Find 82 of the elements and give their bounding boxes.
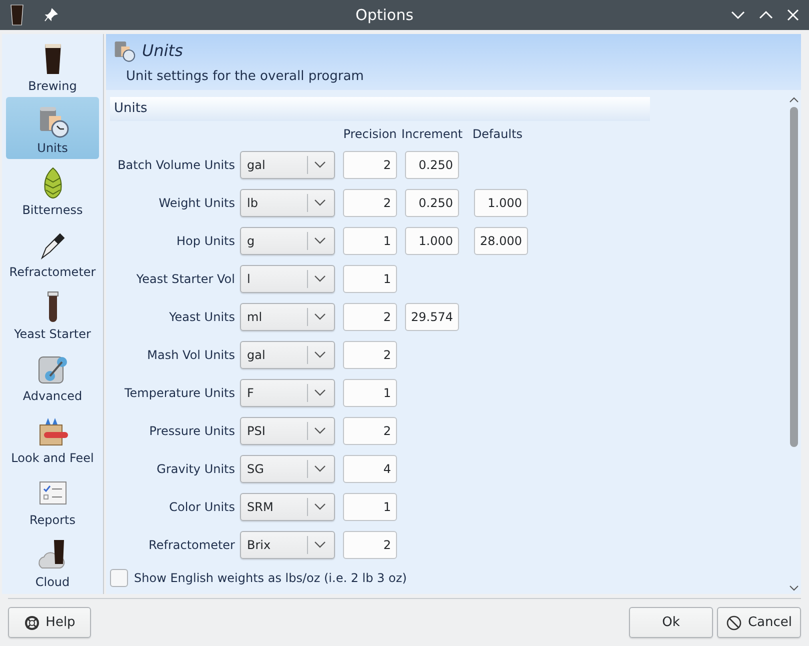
unit-dropdown[interactable]: g [240,227,335,255]
checkbox[interactable] [110,569,128,587]
chevron-down-icon [314,351,326,359]
sidebar-item[interactable]: Cloud [6,531,99,593]
pint-glass-icon [10,4,24,26]
increment-field[interactable]: 1.000 [405,227,459,255]
increment-field[interactable]: 29.574 [405,303,459,331]
group-title: Units [110,97,650,121]
field-label: Hop Units [176,234,235,248]
lifebuoy-icon [24,614,40,630]
unit-dropdown[interactable]: Brix [240,531,335,559]
default-field[interactable]: 28.000 [474,227,528,255]
sidebar-item[interactable]: Yeast Starter [6,283,99,345]
precision-field[interactable]: 4 [343,455,397,483]
unit-dropdown[interactable]: gal [240,341,335,369]
window-title: Options [354,6,414,24]
scrollbar-thumb[interactable] [790,107,798,447]
field-label: Color Units [169,500,235,514]
chevron-down-icon [314,199,326,207]
cancel-button[interactable]: Cancel [717,607,801,638]
precision-field[interactable]: 2 [343,151,397,179]
unit-dropdown[interactable]: SRM [240,493,335,521]
minimize-icon[interactable] [731,10,745,20]
column-header: Increment [401,127,463,141]
field-label: Pressure Units [149,424,235,438]
chevron-down-icon [314,541,326,549]
page-description: Unit settings for the overall program [125,69,365,84]
increment-field[interactable]: 0.250 [405,151,459,179]
precision-field[interactable]: 1 [343,265,397,293]
sidebar-item[interactable]: Brewing [6,35,99,97]
precision-field[interactable]: 2 [343,531,397,559]
test-tube-icon [46,290,58,324]
ok-button[interactable]: Ok [629,607,713,638]
scroll-down-icon[interactable] [789,585,799,592]
chevron-down-icon [314,503,326,511]
field-label: Gravity Units [156,462,235,476]
unit-dropdown[interactable]: PSI [240,417,335,445]
field-label: Weight Units [158,196,235,210]
chevron-down-icon [314,465,326,473]
default-field[interactable]: 1.000 [474,189,528,217]
column-header: Precision [343,127,397,141]
sidebar-item[interactable]: Refractometer [6,221,99,283]
sidebar-item[interactable]: Advanced [6,345,99,407]
sidebar-item[interactable]: Bitterness [6,159,99,221]
sidebar-item[interactable]: Reports [6,469,99,531]
chevron-down-icon [314,275,326,283]
increment-field[interactable]: 0.250 [405,189,459,217]
precision-field[interactable]: 2 [343,189,397,217]
sidebar-item[interactable]: Units [6,97,99,159]
checkbox-label: Show English weights as lbs/oz (i.e. 2 lb 3 oz) [134,571,407,585]
unit-dropdown[interactable]: gal [240,151,335,179]
field-label: Yeast Starter Vol [136,272,235,286]
field-label: Mash Vol Units [147,348,235,362]
chevron-down-icon [314,427,326,435]
field-label: Batch Volume Units [118,158,235,172]
field-label: Yeast Units [169,310,235,324]
precision-field[interactable]: 2 [343,417,397,445]
unit-dropdown[interactable]: SG [240,455,335,483]
chevron-down-icon [314,237,326,245]
precision-field[interactable]: 1 [343,227,397,255]
unit-dropdown[interactable]: lb [240,189,335,217]
precision-field[interactable]: 2 [343,303,397,331]
unit-dropdown[interactable]: l [240,265,335,293]
precision-field[interactable]: 1 [343,493,397,521]
field-label: Temperature Units [124,386,235,400]
chevron-down-icon [314,161,326,169]
precision-field[interactable]: 1 [343,379,397,407]
column-header: Defaults [472,127,523,141]
field-label: Refractometer [148,538,235,552]
scroll-up-icon[interactable] [789,96,799,103]
page-title: Units [142,40,183,60]
close-icon[interactable] [787,9,799,21]
chevron-down-icon [314,313,326,321]
sidebar-item[interactable]: Look and Feel [6,407,99,469]
unit-dropdown[interactable]: F [240,379,335,407]
precision-field[interactable]: 2 [343,341,397,369]
chevron-down-icon [314,389,326,397]
maximize-icon[interactable] [759,10,773,20]
help-button[interactable]: Help [8,607,91,638]
cancel-icon [726,614,742,630]
unit-dropdown[interactable]: ml [240,303,335,331]
pin-icon[interactable] [44,8,58,22]
